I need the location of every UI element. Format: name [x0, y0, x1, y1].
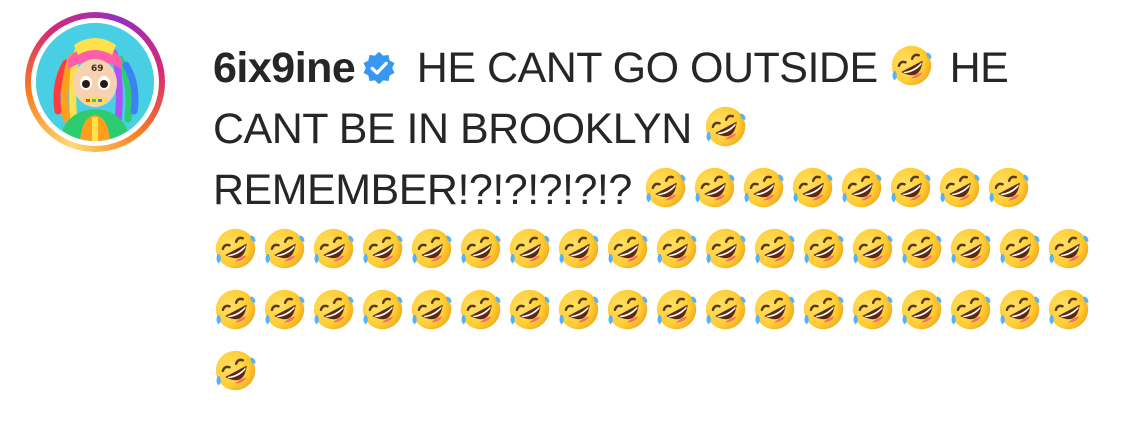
- rolling-on-the-floor-laughing-icon: [360, 226, 405, 271]
- rolling-on-the-floor-laughing-icon: [458, 287, 503, 332]
- story-ring[interactable]: 69: [25, 12, 165, 152]
- rolling-on-the-floor-laughing-icon: [556, 226, 601, 271]
- emoji-group-1: [889, 44, 938, 92]
- rolling-on-the-floor-laughing-icon: [262, 226, 307, 271]
- emoji-group-4: [213, 227, 1095, 275]
- rolling-on-the-floor-laughing-icon: [703, 104, 748, 149]
- caption-text: 6ix9ine HE CANT GO OUTSIDE HE CANT BE IN…: [213, 38, 1113, 404]
- rolling-on-the-floor-laughing-icon: [1046, 226, 1091, 271]
- rolling-on-the-floor-laughing-icon: [458, 226, 503, 271]
- rolling-on-the-floor-laughing-icon: [409, 287, 454, 332]
- rolling-on-the-floor-laughing-icon: [213, 226, 258, 271]
- rolling-on-the-floor-laughing-icon: [654, 226, 699, 271]
- rolling-on-the-floor-laughing-icon: [605, 287, 650, 332]
- rolling-on-the-floor-laughing-icon: [692, 165, 737, 210]
- rolling-on-the-floor-laughing-icon: [948, 226, 993, 271]
- rolling-on-the-floor-laughing-icon: [360, 287, 405, 332]
- avatar-frame: 69: [31, 18, 159, 146]
- rolling-on-the-floor-laughing-icon: [888, 165, 933, 210]
- rolling-on-the-floor-laughing-icon: [262, 287, 307, 332]
- rolling-on-the-floor-laughing-icon: [850, 287, 895, 332]
- emoji-group-3: [643, 166, 1035, 214]
- rolling-on-the-floor-laughing-icon: [703, 226, 748, 271]
- rolling-on-the-floor-laughing-icon: [801, 226, 846, 271]
- rolling-on-the-floor-laughing-icon: [507, 287, 552, 332]
- username-link[interactable]: 6ix9ine: [213, 44, 356, 92]
- rolling-on-the-floor-laughing-icon: [986, 165, 1031, 210]
- rolling-on-the-floor-laughing-icon: [937, 165, 982, 210]
- rolling-on-the-floor-laughing-icon: [556, 287, 601, 332]
- emoji-group-2: [703, 105, 752, 153]
- rolling-on-the-floor-laughing-icon: [752, 226, 797, 271]
- emoji-group-6: [213, 349, 262, 397]
- rolling-on-the-floor-laughing-icon: [311, 226, 356, 271]
- rolling-on-the-floor-laughing-icon: [654, 287, 699, 332]
- svg-text:69: 69: [91, 64, 104, 74]
- rolling-on-the-floor-laughing-icon: [839, 165, 884, 210]
- rolling-on-the-floor-laughing-icon: [801, 287, 846, 332]
- rolling-on-the-floor-laughing-icon: [741, 165, 786, 210]
- rolling-on-the-floor-laughing-icon: [790, 165, 835, 210]
- rolling-on-the-floor-laughing-icon: [997, 287, 1042, 332]
- rolling-on-the-floor-laughing-icon: [507, 226, 552, 271]
- rolling-on-the-floor-laughing-icon: [997, 226, 1042, 271]
- rolling-on-the-floor-laughing-icon: [752, 287, 797, 332]
- caption-segment-1: HE CANT GO OUTSIDE: [416, 44, 878, 92]
- rolling-on-the-floor-laughing-icon: [1046, 287, 1091, 332]
- rolling-on-the-floor-laughing-icon: [948, 287, 993, 332]
- rolling-on-the-floor-laughing-icon: [605, 226, 650, 271]
- cartoon-avatar-icon: 69: [36, 23, 154, 141]
- verified-badge-shape: [363, 51, 395, 85]
- rolling-on-the-floor-laughing-icon: [703, 287, 748, 332]
- emoji-group-5: [213, 288, 1095, 336]
- rolling-on-the-floor-laughing-icon: [213, 348, 258, 393]
- rolling-on-the-floor-laughing-icon: [213, 287, 258, 332]
- caption-segment-3: REMEMBER!?!?!?!?!?: [213, 166, 632, 214]
- rolling-on-the-floor-laughing-icon: [409, 226, 454, 271]
- avatar[interactable]: 69: [36, 23, 154, 141]
- rolling-on-the-floor-laughing-icon: [643, 165, 688, 210]
- rolling-on-the-floor-laughing-icon: [899, 226, 944, 271]
- rolling-on-the-floor-laughing-icon: [850, 226, 895, 271]
- rolling-on-the-floor-laughing-icon: [899, 287, 944, 332]
- rolling-on-the-floor-laughing-icon: [889, 43, 934, 88]
- verified-badge-icon: [361, 50, 397, 86]
- post-caption: 69 6ix9ine HE CANT GO OUTSIDE HE CANT BE…: [0, 0, 1140, 438]
- rolling-on-the-floor-laughing-icon: [311, 287, 356, 332]
